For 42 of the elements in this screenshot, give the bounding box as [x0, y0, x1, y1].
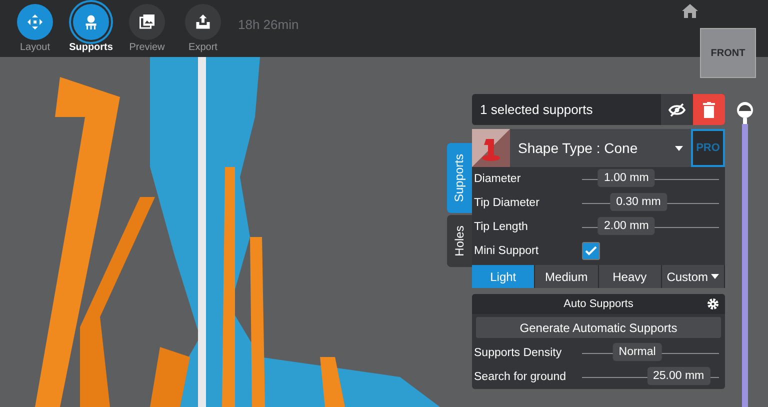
slider-value[interactable]: 25.00 mm [646, 367, 710, 385]
slider-track[interactable]: Normal [582, 342, 719, 364]
parameter-label: Tip Diameter [474, 197, 540, 209]
slider-value[interactable]: 2.00 mm [598, 217, 655, 235]
slider-value[interactable]: Normal [612, 343, 662, 361]
slider-value[interactable]: 0.30 mm [610, 193, 667, 211]
home-icon[interactable] [682, 4, 698, 18]
delete-icon[interactable] [693, 94, 725, 125]
layer-slider-fill[interactable] [742, 124, 748, 407]
slider-track[interactable]: 25.00 mm [582, 366, 719, 388]
selection-title: 1 selected supports [479, 101, 594, 119]
preset-tab[interactable]: Light [472, 265, 536, 288]
hide-icon[interactable] [661, 94, 693, 125]
print-time: 18h 26min [238, 17, 299, 32]
export-tray-icon [194, 13, 212, 31]
shape-type-dropdown[interactable]: Shape Type : Cone [510, 129, 691, 167]
caret-icon [711, 274, 720, 279]
setting-label: Supports Density [474, 347, 563, 359]
cube-face-label: FRONT [710, 48, 746, 58]
parameter-label: Tip Length [474, 221, 529, 233]
settings-icon[interactable] [707, 298, 719, 310]
slider-track[interactable]: 2.00 mm [582, 216, 719, 238]
slider-track[interactable]: 0.30 mm [582, 192, 719, 214]
move-arrows-icon [26, 13, 44, 31]
images-icon [138, 13, 156, 31]
preset-tab[interactable]: Heavy [598, 265, 662, 288]
side-tab[interactable]: Holes [447, 215, 472, 267]
slider-handle[interactable] [735, 100, 755, 124]
mini-support-checkbox[interactable] [582, 242, 600, 260]
setting-label: Search for ground [474, 371, 568, 383]
preset-tab[interactable]: Medium [535, 265, 598, 288]
slider-value[interactable]: 1.00 mm [598, 169, 655, 187]
view-cube[interactable]: FRONT [700, 28, 756, 78]
side-tab[interactable]: Supports [447, 143, 472, 213]
parameter-label: Diameter [474, 173, 522, 185]
support-pin-icon [472, 129, 510, 167]
slider-track[interactable]: 1.00 mm [582, 168, 719, 190]
preset-tab[interactable]: Custom [662, 265, 725, 288]
auto-supports-title: Auto Supports [564, 298, 634, 310]
caret-icon [675, 146, 683, 150]
mini-support-label: Mini Support [474, 245, 540, 257]
generate-supports-button[interactable]: Generate Automatic Supports [476, 317, 721, 338]
